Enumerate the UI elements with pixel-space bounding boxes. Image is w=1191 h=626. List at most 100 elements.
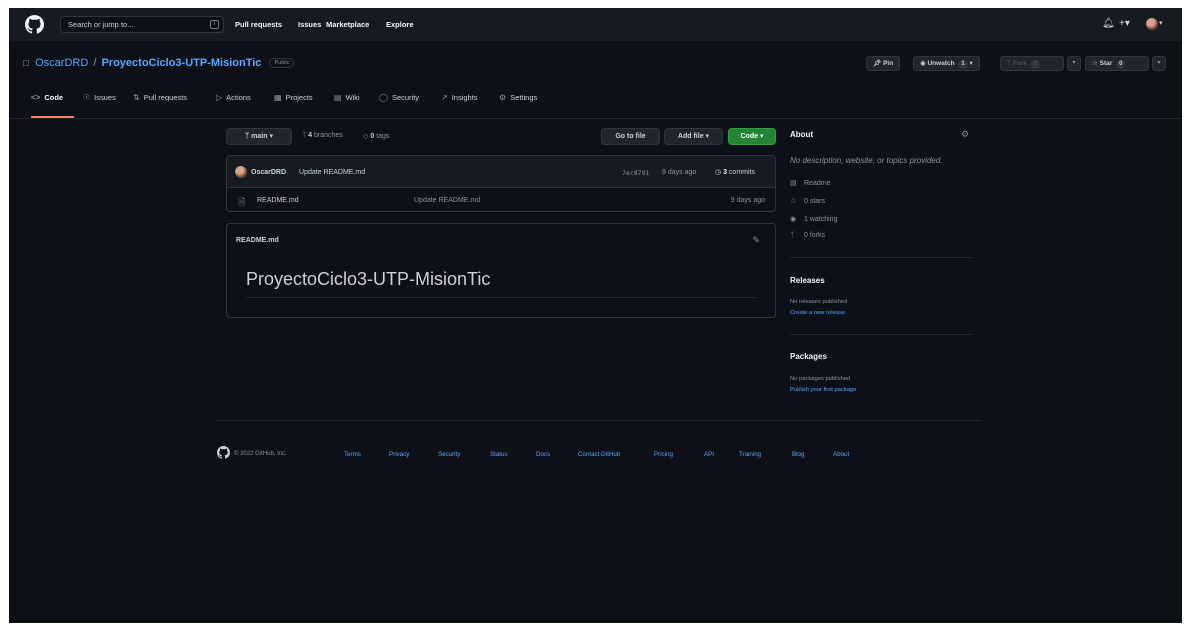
- github-page: Search or jump to... / Pull requests Iss…: [9, 8, 1182, 623]
- watching-link[interactable]: ◉ 1 watching: [790, 215, 837, 223]
- table-row[interactable]: 🗎︎ README.md Update README.md 9 days ago: [227, 189, 775, 211]
- nav-issues[interactable]: Issues: [298, 20, 321, 29]
- tab-issues-label: Issues: [94, 93, 116, 102]
- unwatch-button[interactable]: ◉ Unwatch 1 ▾: [913, 56, 980, 71]
- chevron-down-icon: ▾: [269, 133, 273, 140]
- watching-stat-label: 1 watching: [804, 216, 838, 223]
- footer-link-status[interactable]: Status: [490, 451, 508, 458]
- readme-filename: README.md: [236, 237, 279, 244]
- star-label: Star: [1099, 60, 1113, 67]
- graph-icon: ↗: [441, 93, 448, 102]
- commit-author-link[interactable]: OscarDRD: [251, 169, 286, 176]
- footer-link-terms[interactable]: Terms: [344, 451, 361, 458]
- plus-icon[interactable]: +▾: [1119, 18, 1130, 30]
- publish-package-link[interactable]: Publish your first package: [790, 387, 856, 393]
- table-icon: ▦: [274, 93, 282, 102]
- about-heading: About: [790, 130, 814, 139]
- stars-link[interactable]: ☆ 0 stars: [790, 197, 825, 205]
- tab-pull-requests[interactable]: ⇅ Pull requests: [133, 93, 187, 118]
- tab-projects[interactable]: ▦ Projects: [274, 93, 313, 118]
- star-button[interactable]: ☆ Star 0: [1085, 56, 1149, 71]
- fork-dropdown-button[interactable]: ▾: [1067, 56, 1081, 71]
- tab-security[interactable]: ◯ Security: [379, 93, 419, 118]
- readme-divider: [246, 297, 756, 298]
- star-icon: ☆: [1092, 60, 1098, 67]
- tab-insights[interactable]: ↗ Insights: [441, 93, 478, 118]
- packages-empty-text: No packages published: [790, 376, 851, 382]
- branch-icon: ᛉ: [245, 133, 250, 140]
- tag-icon: ◇: [363, 133, 369, 140]
- footer-link-blog[interactable]: Blog: [792, 451, 804, 458]
- branch-select-button[interactable]: ᛉ main ▾: [226, 128, 292, 145]
- repo-icon: □: [23, 58, 30, 69]
- forks-link[interactable]: ᛉ 0 forks: [790, 232, 825, 239]
- commit-message-link[interactable]: Update README.md: [299, 169, 365, 176]
- pin-button[interactable]: 📌︎ Pin: [866, 56, 901, 71]
- footer-link-about[interactable]: About: [833, 451, 849, 458]
- tab-insights-label: Insights: [451, 93, 478, 102]
- unwatch-label: Unwatch: [927, 60, 955, 67]
- tab-code[interactable]: <> Code: [31, 93, 74, 118]
- readme-link[interactable]: ▤ Readme: [790, 179, 830, 187]
- code-icon: <>: [31, 93, 41, 102]
- footer-link-docs[interactable]: Docs: [536, 451, 550, 458]
- star-dropdown-button[interactable]: ▾: [1152, 56, 1166, 71]
- github-logo-icon[interactable]: [25, 15, 44, 34]
- file-name-link[interactable]: README.md: [257, 197, 299, 204]
- pin-icon: 📌︎: [873, 60, 882, 67]
- search-input[interactable]: Search or jump to... /: [60, 16, 224, 33]
- nav-pull-requests[interactable]: Pull requests: [235, 20, 282, 29]
- tab-actions[interactable]: ▷ Actions: [216, 93, 251, 118]
- chevron-down-icon: ▾: [969, 60, 973, 67]
- commit-author-avatar[interactable]: [235, 166, 247, 178]
- tags-link[interactable]: ◇ 0 tags: [363, 132, 389, 140]
- add-file-button[interactable]: Add file ▾: [664, 128, 723, 145]
- tab-settings[interactable]: ⚙︎ Settings: [499, 93, 537, 118]
- chevron-down-icon: ▾: [705, 133, 710, 140]
- footer-link-training[interactable]: Training: [739, 451, 761, 458]
- repo-owner-link[interactable]: OscarDRD: [35, 57, 88, 69]
- readme-heading: ProyectoCiclo3-UTP-MisionTic: [246, 269, 491, 289]
- footer-link-api[interactable]: API: [704, 451, 714, 458]
- stars-stat-label: 0 stars: [804, 198, 826, 205]
- releases-empty-text: No releases published: [790, 299, 848, 305]
- packages-heading[interactable]: Packages: [790, 352, 827, 361]
- releases-heading[interactable]: Releases: [790, 276, 825, 285]
- commit-sha-link[interactable]: 7ec8791: [622, 169, 649, 177]
- nav-explore[interactable]: Explore: [386, 20, 414, 29]
- eye-icon: ◉: [920, 60, 926, 67]
- fork-button[interactable]: ᛉ Fork 0: [1000, 56, 1064, 71]
- create-release-link[interactable]: Create a new release: [790, 310, 845, 316]
- user-avatar[interactable]: [1146, 18, 1158, 30]
- fork-icon: ᛉ: [1007, 60, 1011, 67]
- readme-box: README.md ✎ ProyectoCiclo3-UTP-MisionTic: [226, 223, 776, 318]
- chevron-down-icon: ▾: [759, 133, 764, 140]
- code-button[interactable]: Code ▾: [728, 128, 776, 145]
- branches-link[interactable]: ᛉ 4 branches: [302, 132, 343, 139]
- chevron-down-icon[interactable]: ▾: [1159, 18, 1163, 30]
- bell-icon[interactable]: 🔔︎: [1102, 18, 1115, 30]
- latest-commit-bar: OscarDRD Update README.md 7ec8791 9 days…: [227, 156, 775, 188]
- repo-header: □ OscarDRD / ProyectoCiclo3-UTP-MisionTi…: [9, 41, 1182, 119]
- tab-issues[interactable]: ☉ Issues: [83, 93, 116, 118]
- footer-link-contact[interactable]: Contact GitHub: [578, 451, 620, 458]
- file-commit-message-link[interactable]: Update README.md: [414, 197, 480, 204]
- footer-link-pricing[interactable]: Pricing: [654, 451, 673, 458]
- commits-count: 3: [723, 169, 727, 176]
- footer-link-privacy[interactable]: Privacy: [389, 451, 409, 458]
- fork-icon: ᛉ: [790, 232, 795, 239]
- sidebar-divider: [790, 257, 972, 258]
- tags-count: 0: [370, 133, 375, 140]
- tab-wiki[interactable]: ▤ Wiki: [334, 93, 360, 118]
- tab-wiki-label: Wiki: [345, 93, 360, 102]
- gear-icon[interactable]: ⚙︎: [961, 129, 969, 140]
- branch-name: main: [251, 133, 268, 140]
- footer-link-security[interactable]: Security: [438, 451, 460, 458]
- nav-marketplace[interactable]: Marketplace: [326, 20, 369, 29]
- readme-stat-label: Readme: [804, 180, 831, 187]
- commits-history-link[interactable]: ◷ 3 commits: [715, 168, 755, 176]
- github-logo-icon[interactable]: [217, 446, 230, 459]
- go-to-file-button[interactable]: Go to file: [601, 128, 660, 145]
- pencil-icon[interactable]: ✎: [752, 235, 760, 246]
- repo-name-link[interactable]: ProyectoCiclo3-UTP-MisionTic: [101, 57, 261, 69]
